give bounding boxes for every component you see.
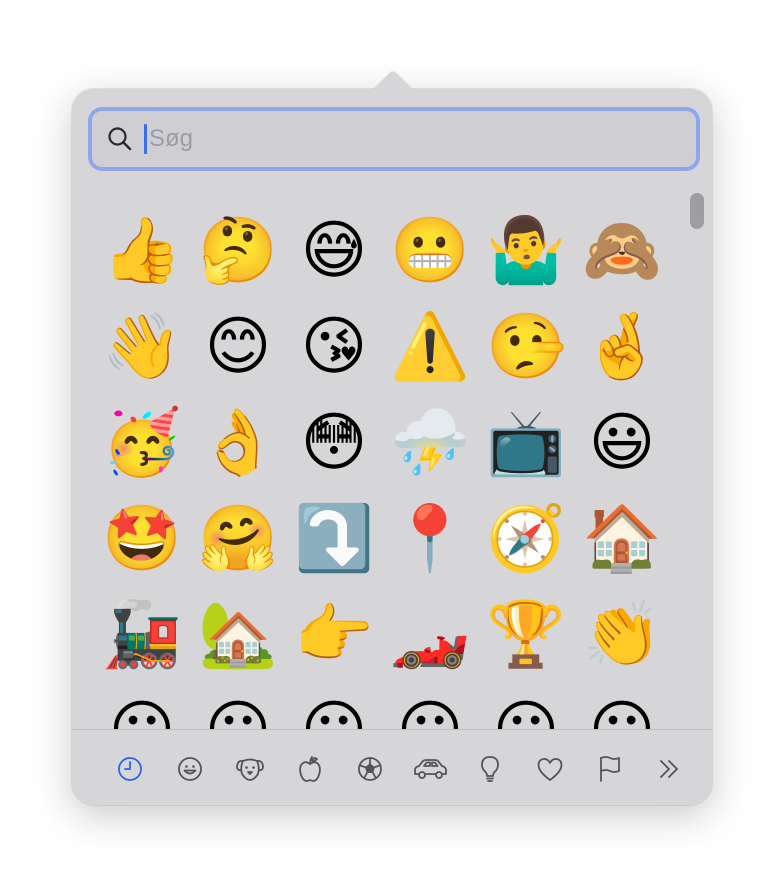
emoji-cell[interactable]: 🤷‍♂️ [478, 203, 574, 299]
emoji-cell[interactable]: 🏎️ [382, 587, 478, 683]
emoji-cell[interactable]: 🧭 [478, 491, 574, 587]
tab-travel[interactable] [400, 749, 460, 789]
emoji-picker-popover: 👍🤔😅😬🤷‍♂️🙈👋😊😘⚠️🤥🤞🥳👌😳⛈️📺😃🤩🤗⤵️📍🧭🏠🚂🏡👉🏎️🏆👏😀😀😀… [72, 70, 712, 805]
search-field-focus-ring [88, 107, 700, 171]
tab-more[interactable] [640, 749, 700, 789]
emoji-cell[interactable]: 😘 [286, 299, 382, 395]
tab-symbols[interactable] [520, 749, 580, 789]
emoji-cell[interactable]: 🤞 [574, 299, 670, 395]
emoji-cell[interactable]: 🥳 [94, 395, 190, 491]
emoji-cell[interactable]: ⛈️ [382, 395, 478, 491]
heart-icon [535, 755, 565, 783]
tab-activity[interactable] [340, 749, 400, 789]
emoji-cell[interactable]: 👋 [94, 299, 190, 395]
emoji-cell[interactable]: 🤗 [190, 491, 286, 587]
emoji-cell[interactable]: 👌 [190, 395, 286, 491]
dog-icon [234, 755, 266, 783]
emoji-cell[interactable]: 😅 [286, 203, 382, 299]
tabbar-divider [72, 729, 712, 730]
tab-animals[interactable] [220, 749, 280, 789]
emoji-cell[interactable]: 📺 [478, 395, 574, 491]
emoji-cell[interactable]: 😀 [382, 683, 478, 729]
tab-recent[interactable] [100, 749, 160, 789]
emoji-cell[interactable]: 🚂 [94, 587, 190, 683]
scrollbar-thumb[interactable] [690, 193, 704, 229]
emoji-cell[interactable]: 🙈 [574, 203, 670, 299]
emoji-cell[interactable]: ⤵️ [286, 491, 382, 587]
emoji-cell[interactable]: 👍 [94, 203, 190, 299]
popover-arrow [373, 70, 413, 110]
car-icon [411, 755, 449, 783]
tab-smileys[interactable] [160, 749, 220, 789]
tab-flags[interactable] [580, 749, 640, 789]
soccer-ball-icon [356, 755, 384, 783]
search-icon [106, 125, 134, 153]
emoji-cell[interactable]: 📍 [382, 491, 478, 587]
emoji-cell[interactable]: 😃 [574, 395, 670, 491]
search-input[interactable] [149, 125, 629, 153]
emoji-cell[interactable]: 😀 [574, 683, 670, 729]
search-field[interactable] [92, 111, 696, 167]
apple-icon [296, 754, 324, 784]
emoji-cell[interactable]: 😬 [382, 203, 478, 299]
tab-food[interactable] [280, 749, 340, 789]
flag-icon [596, 754, 624, 784]
emoji-cell[interactable]: ⚠️ [382, 299, 478, 395]
emoji-cell[interactable]: 😀 [478, 683, 574, 729]
emoji-cell[interactable]: 🏆 [478, 587, 574, 683]
emoji-cell[interactable]: 🏠 [574, 491, 670, 587]
emoji-cell[interactable]: 😀 [190, 683, 286, 729]
emoji-cell[interactable]: 👉 [286, 587, 382, 683]
emoji-cell[interactable]: 😊 [190, 299, 286, 395]
double-chevron-right-icon [657, 755, 683, 783]
category-tabbar [100, 749, 700, 789]
emoji-grid: 👍🤔😅😬🤷‍♂️🙈👋😊😘⚠️🤥🤞🥳👌😳⛈️📺😃🤩🤗⤵️📍🧭🏠🚂🏡👉🏎️🏆👏😀😀😀… [94, 203, 674, 729]
smiley-icon [176, 755, 204, 783]
emoji-cell[interactable]: 😀 [286, 683, 382, 729]
emoji-cell[interactable]: 🤥 [478, 299, 574, 395]
emoji-cell[interactable]: 😀 [94, 683, 190, 729]
emoji-cell[interactable]: 🏡 [190, 587, 286, 683]
emoji-cell[interactable]: 🤩 [94, 491, 190, 587]
emoji-cell[interactable]: 😳 [286, 395, 382, 491]
clock-icon [116, 755, 144, 783]
emoji-cell[interactable]: 🤔 [190, 203, 286, 299]
lightbulb-icon [478, 754, 502, 784]
emoji-cell[interactable]: 👏 [574, 587, 670, 683]
text-caret [144, 124, 147, 154]
tab-objects[interactable] [460, 749, 520, 789]
